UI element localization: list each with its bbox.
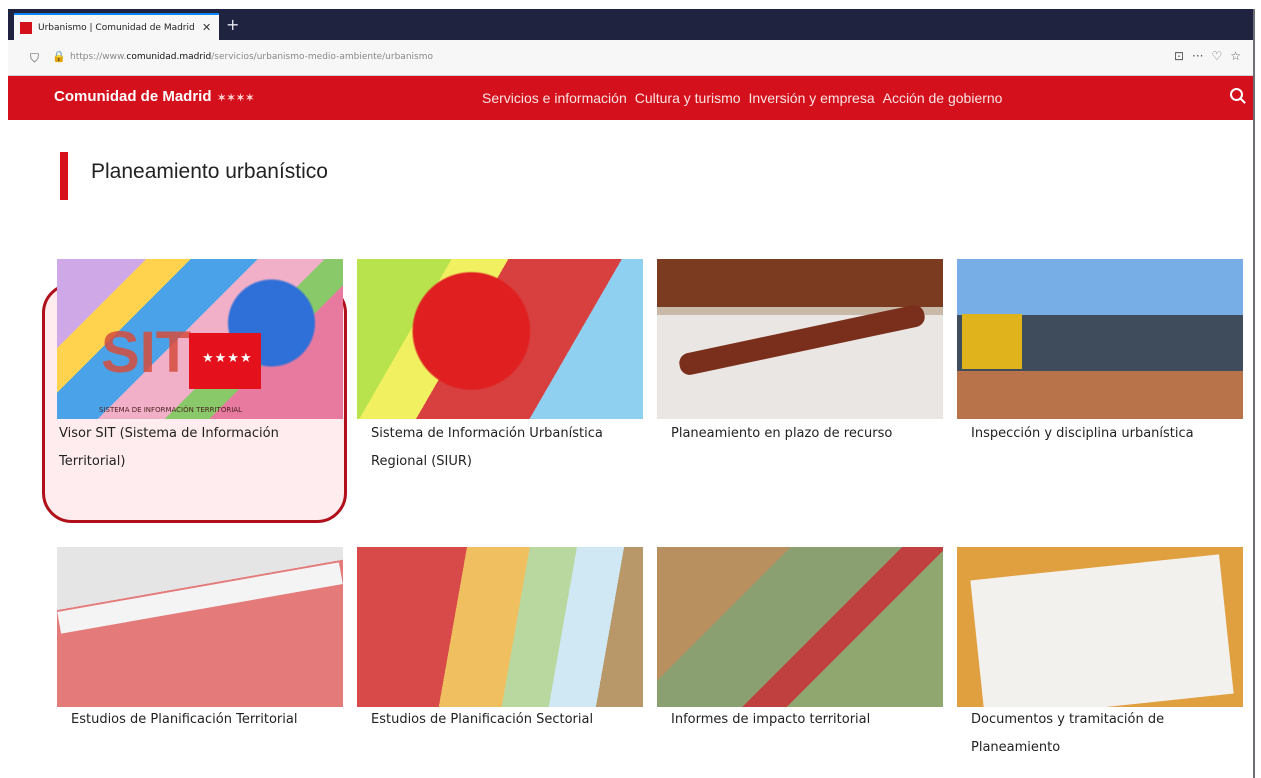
browser-tab-bar: Urbanismo | Comunidad de Madrid ✕ + xyxy=(8,9,1253,40)
pocket-icon[interactable]: ♡ xyxy=(1211,49,1222,63)
logo-text: Comunidad de Madrid xyxy=(54,88,212,105)
logo-stars-icon: ✶✶✶✶ xyxy=(217,93,256,104)
search-icon[interactable] xyxy=(1230,88,1243,101)
nav-servicios[interactable]: Servicios e información xyxy=(482,90,627,106)
card-image-documentos[interactable] xyxy=(957,547,1243,707)
url-prefix: https://www. xyxy=(70,52,127,62)
card-image-inspeccion[interactable] xyxy=(957,259,1243,419)
card-label-territorial[interactable]: Estudios de Planificación Territorial xyxy=(71,706,351,734)
nav-inversion[interactable]: Inversión y empresa xyxy=(749,90,875,106)
nav-cultura[interactable]: Cultura y turismo xyxy=(635,90,741,106)
browser-tab[interactable]: Urbanismo | Comunidad de Madrid ✕ xyxy=(14,13,219,40)
url-text[interactable]: https://www.comunidad.madrid/servicios/u… xyxy=(70,52,433,62)
flag-stars-icon: ★★★★ xyxy=(202,351,253,366)
card-image-sectorial[interactable] xyxy=(357,547,643,707)
favicon-icon xyxy=(20,21,32,34)
card-label-siur[interactable]: Sistema de Información Urbanística Regio… xyxy=(371,420,651,476)
bookmark-star-icon[interactable]: ☆ xyxy=(1230,49,1241,63)
card-label-sectorial[interactable]: Estudios de Planificación Sectorial xyxy=(371,706,651,734)
card-label-sit[interactable]: Visor SIT (Sistema de Información Territ… xyxy=(59,420,339,476)
card-label-documentos[interactable]: Documentos y tramitación de Planeamiento xyxy=(971,706,1251,762)
url-path: /servicios/urbanismo-medio-ambiente/urba… xyxy=(211,52,433,62)
nav-accion[interactable]: Acción de gobierno xyxy=(883,90,1003,106)
close-icon[interactable]: ✕ xyxy=(202,21,211,34)
url-domain: comunidad.madrid xyxy=(126,52,212,62)
card-image-impacto[interactable] xyxy=(657,547,943,707)
card-label-impacto[interactable]: Informes de impacto territorial xyxy=(671,706,951,734)
card-image-sit[interactable]: SIT ★★★★ SISTEMA DE INFORMACIÓN TERRITOR… xyxy=(57,259,343,419)
card-label-plazo[interactable]: Planeamiento en plazo de recurso xyxy=(671,420,951,448)
reader-view-icon[interactable]: ⊡ xyxy=(1174,49,1184,63)
shield-icon[interactable]: ⛉ xyxy=(30,51,39,66)
lock-icon[interactable]: 🔒 xyxy=(52,50,66,63)
sit-caption: SISTEMA DE INFORMACIÓN TERRITORIAL xyxy=(99,406,242,414)
new-tab-icon[interactable]: + xyxy=(226,15,239,34)
sit-logo-text: SIT xyxy=(101,320,192,385)
more-actions-icon[interactable]: ··· xyxy=(1192,49,1203,63)
window-edge xyxy=(1253,9,1255,778)
site-logo[interactable]: Comunidad de Madrid ✶✶✶✶ xyxy=(54,88,255,105)
card-image-plazo[interactable] xyxy=(657,259,943,419)
card-image-siur[interactable] xyxy=(357,259,643,419)
card-image-territorial[interactable] xyxy=(57,547,343,707)
tab-title: Urbanismo | Comunidad de Madrid xyxy=(38,22,195,33)
main-nav: Servicios e información Cultura y turism… xyxy=(482,90,1002,106)
site-header: Comunidad de Madrid ✶✶✶✶ Servicios e info… xyxy=(8,76,1253,120)
page-title: Planeamiento urbanístico xyxy=(91,160,328,183)
title-accent xyxy=(60,152,68,200)
card-label-inspeccion[interactable]: Inspección y disciplina urbanística xyxy=(971,420,1251,448)
address-bar[interactable]: ⛉ 🔒 https://www.comunidad.madrid/servici… xyxy=(8,40,1253,76)
url-actions: ⊡ ··· ♡ ☆ xyxy=(1174,49,1241,63)
